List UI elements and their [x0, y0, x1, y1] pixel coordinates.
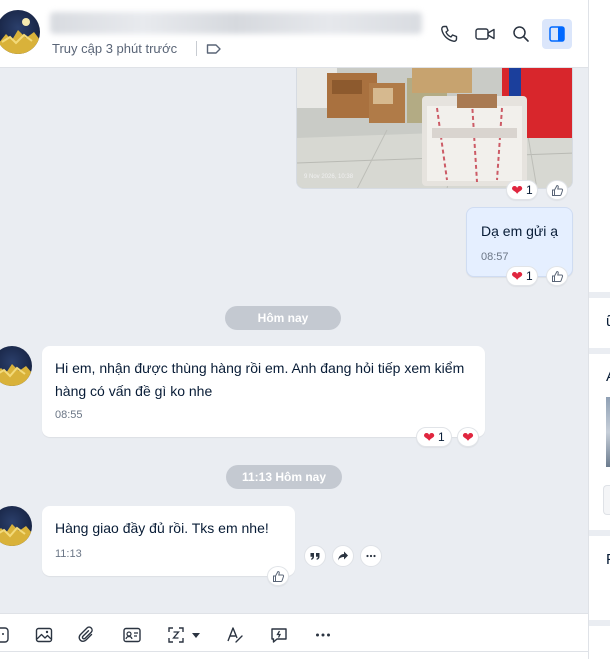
message-list[interactable]: 9 Nov 2026, 10:38 ❤ 1 Dạ em gửi ạ 08:57 …	[0, 68, 588, 613]
right-info-panel-edge: ữ A F	[588, 0, 610, 659]
chat-header: Truy cập 3 phút trước	[0, 0, 588, 68]
incoming-message-bubble[interactable]: Hàng giao đầy đủ rồi. Tks em nhe! 11:13	[42, 506, 295, 576]
paperclip-icon	[78, 626, 93, 642]
video-call-icon	[475, 28, 495, 40]
sticker-button[interactable]	[0, 624, 12, 646]
panel-separator	[589, 620, 610, 626]
composer-toolbar	[0, 613, 588, 659]
tag-icon[interactable]	[205, 40, 223, 58]
panel-separator	[589, 292, 610, 298]
panel-text-fragment: ữ	[606, 313, 610, 330]
date-divider: Hôm nay	[225, 306, 341, 330]
heart-icon: ❤	[462, 429, 474, 445]
reaction-count: 1	[526, 269, 533, 283]
heart-icon: ❤	[511, 182, 524, 198]
phone-icon	[441, 25, 458, 42]
reaction-count: 1	[438, 430, 445, 444]
screenshot-icon	[168, 627, 184, 643]
panel-button-edge[interactable]	[603, 485, 610, 515]
last-seen-status: Truy cập 3 phút trước	[52, 41, 178, 56]
message-text: Hi em, nhận được thùng hàng rồi em. Anh …	[55, 360, 465, 399]
sidebar-toggle-icon	[549, 26, 565, 42]
header-divider	[196, 41, 197, 56]
photo-timestamp: 9 Nov 2026, 10:38	[304, 174, 354, 180]
message-time: 11:13	[55, 548, 82, 560]
search-button[interactable]	[508, 21, 534, 47]
contact-avatar[interactable]	[0, 10, 40, 54]
video-call-button[interactable]	[472, 21, 498, 47]
panel-text-fragment: F	[606, 551, 610, 568]
like-button[interactable]	[546, 180, 568, 200]
incoming-reaction-badge[interactable]: ❤ 1	[416, 427, 452, 447]
urgent-message-icon	[271, 628, 287, 643]
incoming-message-bubble[interactable]: Hi em, nhận được thùng hàng rồi em. Anh …	[42, 346, 485, 437]
photo-message[interactable]	[296, 68, 573, 189]
panel-media-thumbnail[interactable]	[606, 397, 610, 467]
heart-react-button[interactable]: ❤	[457, 427, 479, 447]
message-time: 08:55	[55, 409, 83, 421]
quote-reply-button[interactable]	[304, 545, 326, 567]
forward-icon	[338, 551, 348, 561]
screenshot-options-dropdown[interactable]	[189, 624, 203, 646]
heart-icon: ❤	[423, 429, 436, 445]
contact-card-button[interactable]	[121, 624, 143, 646]
search-icon	[513, 26, 529, 42]
thumbs-up-icon	[551, 184, 563, 196]
panel-separator	[589, 348, 610, 354]
message-text: Hàng giao đầy đủ rồi. Tks em nhe!	[55, 520, 269, 536]
photo-reaction-badge[interactable]: ❤ 1	[506, 180, 538, 200]
toolbar-divider	[0, 651, 588, 652]
conversation-info-button[interactable]	[542, 19, 572, 49]
sticker-icon	[0, 627, 9, 643]
text-format-button[interactable]	[224, 624, 246, 646]
quote-icon	[310, 553, 320, 560]
thumbs-up-icon	[272, 570, 284, 582]
like-button[interactable]	[546, 266, 568, 286]
message-text: Dạ em gửi ạ	[481, 223, 559, 239]
sender-avatar[interactable]	[0, 506, 32, 546]
more-actions-button[interactable]	[360, 545, 382, 567]
panel-text-fragment: A	[606, 368, 610, 385]
caret-down-icon	[192, 633, 200, 638]
image-icon	[35, 627, 53, 643]
urgent-message-button[interactable]	[268, 624, 290, 646]
text-format-icon	[227, 627, 243, 643]
contact-name-redacted	[50, 12, 422, 34]
heart-icon: ❤	[511, 268, 524, 284]
like-button[interactable]	[267, 566, 289, 586]
screenshot-button[interactable]	[165, 624, 187, 646]
sender-avatar[interactable]	[0, 346, 32, 386]
sent-reaction-badge[interactable]: ❤ 1	[506, 266, 538, 286]
more-tools-button[interactable]	[312, 624, 334, 646]
date-divider: 11:13 Hôm nay	[226, 465, 342, 489]
attach-file-button[interactable]	[76, 624, 98, 646]
thumbs-up-icon	[551, 270, 563, 282]
image-button[interactable]	[33, 624, 55, 646]
more-icon	[366, 554, 376, 558]
reaction-count: 1	[526, 183, 533, 197]
forward-button[interactable]	[332, 545, 354, 567]
more-horizontal-icon	[316, 633, 330, 637]
panel-separator	[589, 530, 610, 536]
phone-call-button[interactable]	[436, 21, 462, 47]
message-time: 08:57	[481, 251, 509, 263]
contact-card-icon	[123, 627, 141, 643]
